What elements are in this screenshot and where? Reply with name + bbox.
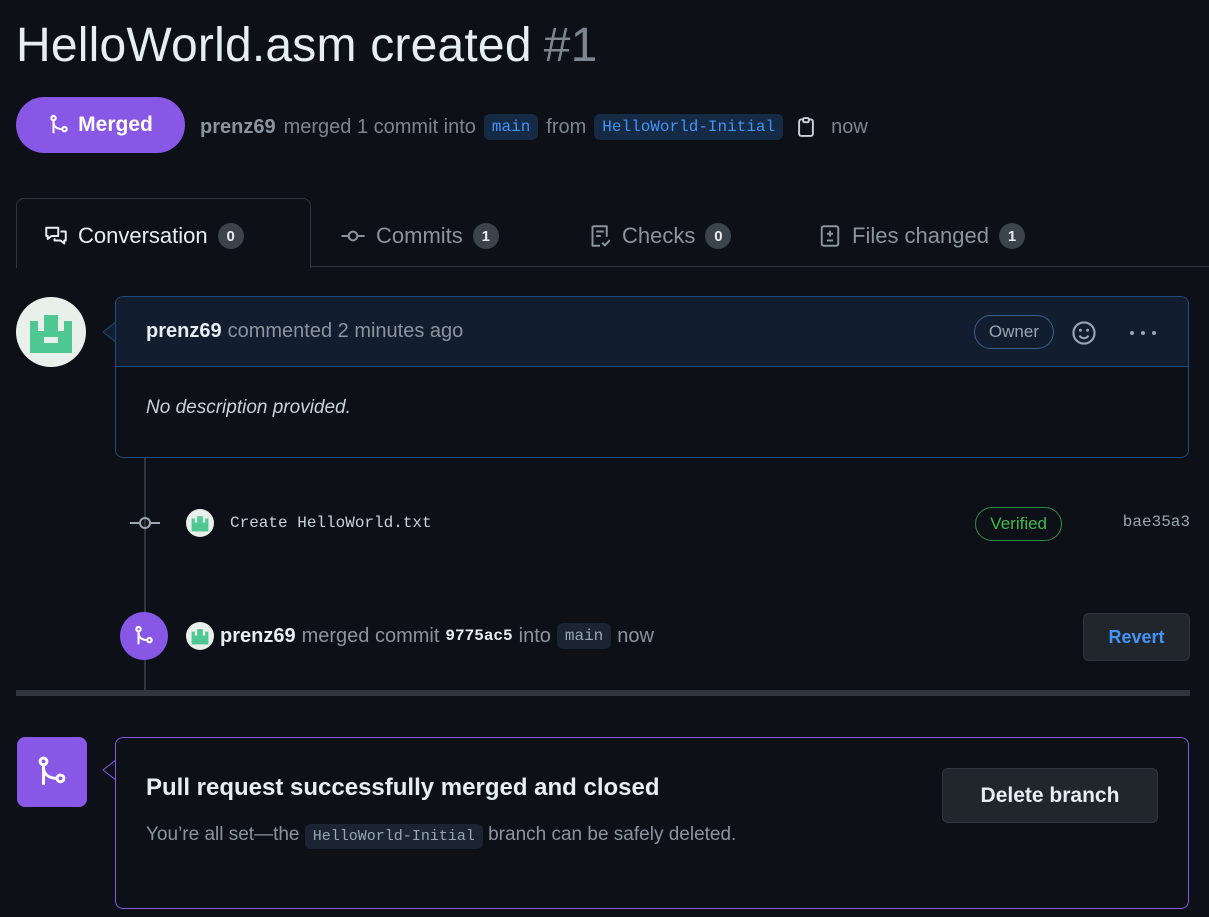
smiley-icon [1072,321,1096,345]
merge-status-heading: Pull request successfully merged and clo… [146,774,660,801]
tab-label: Conversation [78,223,208,248]
merged-text: merged 1 commit into [283,115,476,138]
commenter-avatar[interactable] [16,297,86,367]
base-branch-pill[interactable]: main [483,114,539,140]
tab-label: Files changed [852,223,989,248]
tab-files-changed[interactable]: Files changed 1 [818,218,1025,254]
conversation-icon [45,226,67,245]
pr-author-link[interactable]: prenz69 [200,116,276,139]
tab-counter: 0 [217,223,244,249]
more-options-button[interactable] [1128,317,1158,345]
desc-before: You’re all set—the [146,824,300,845]
owner-badge: Owner [973,315,1054,349]
merge-text-2: into [518,624,551,647]
head-branch-pill[interactable]: HelloWorld-Initial [594,114,784,140]
commit-message-link[interactable]: Create HelloWorld.txt [230,514,432,532]
tab-label: Commits [376,223,463,248]
merger-avatar[interactable] [186,622,214,650]
comment-header: prenz69 commented 2 minutes ago Owner [116,297,1188,367]
pr-title: HelloWorld.asm created #1 [16,18,598,73]
merge-timeline-item: prenz69 merged commit 9775ac5 into main … [120,612,1190,661]
delete-branch-button[interactable]: Delete branch [942,768,1158,823]
comment-meta[interactable]: commented 2 minutes ago [228,320,464,343]
tab-counter: 0 [705,223,732,249]
merge-status-description: You’re all set—the HelloWorld-Initial br… [146,816,836,856]
merged-state-badge: Merged [16,97,185,153]
file-diff-icon [820,225,840,247]
git-merge-icon [38,756,66,785]
tab-counter: 1 [472,223,499,249]
merger-author-link[interactable]: prenz69 [220,625,296,648]
merge-event-badge [120,612,168,660]
merge-status-icon-badge [17,737,87,807]
checklist-icon [591,225,611,247]
tab-label: Checks [622,223,696,248]
pr-description-comment: prenz69 commented 2 minutes ago Owner No… [115,296,1189,458]
tab-checks[interactable]: Checks 0 [588,218,732,254]
merge-text-1: merged commit [301,624,440,647]
tabs-border [310,266,1209,267]
pr-number: #1 [543,19,598,72]
identicon-image [191,516,209,532]
add-reaction-button[interactable] [1068,317,1100,349]
commit-icon [130,517,160,529]
tab-conversation[interactable]: Conversation 0 [44,218,244,254]
from-text: from [546,115,587,138]
commit-icon [341,230,365,242]
merge-status-box: Pull request successfully merged and clo… [115,737,1189,909]
merge-target-branch[interactable]: main [556,623,612,649]
merge-event-text: prenz69 merged commit 9775ac5 into main … [220,623,654,649]
comment-body: No description provided. [146,397,351,418]
comment-author-link[interactable]: prenz69 [146,320,222,343]
merge-commit-sha-link[interactable]: 9775ac5 [445,627,512,645]
tab-counter: 1 [998,223,1025,249]
merge-time: now [831,115,868,138]
merge-summary: prenz69 merged 1 commit into main from H… [200,110,868,144]
state-label: Merged [78,113,153,136]
kebab-horizontal-icon [1130,331,1156,335]
timeline-divider [16,690,1190,696]
commit-sha-link[interactable]: bae35a3 [1123,513,1190,531]
commit-author-avatar[interactable] [186,509,214,537]
verified-badge[interactable]: Verified [975,507,1062,541]
git-merge-icon [50,114,68,134]
desc-after: branch can be safely deleted. [488,824,737,845]
copy-icon[interactable] [795,116,817,138]
git-merge-icon [135,625,153,645]
commit-timeline-item: Create HelloWorld.txt Verified bae35a3 [128,503,1190,543]
desc-branch-pill: HelloWorld-Initial [304,824,483,849]
revert-button[interactable]: Revert [1083,613,1190,661]
pr-title-text: HelloWorld.asm created [16,19,532,72]
identicon-image [30,315,72,353]
identicon-image [191,629,209,645]
tab-commits[interactable]: Commits 1 [340,218,499,254]
merge-event-time[interactable]: now [617,625,654,648]
